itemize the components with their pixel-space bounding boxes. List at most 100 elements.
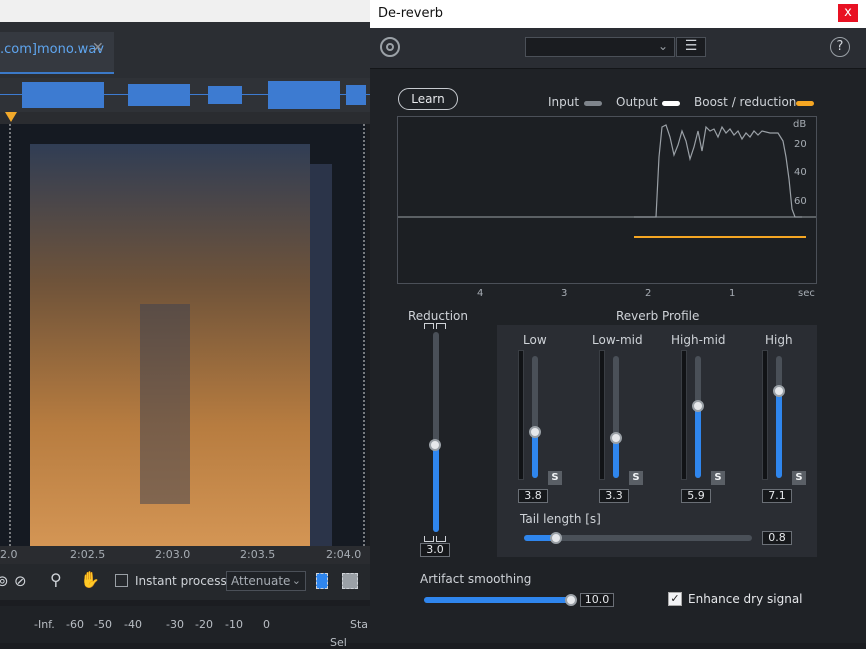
enhance-dry-signal-label: Enhance dry signal [688, 592, 803, 606]
legend-input-label: Input [548, 95, 580, 109]
plugin-title: De-reverb [378, 6, 444, 21]
zoom-fit-icon[interactable]: ⊚ [0, 572, 9, 590]
meter-side-label: Sta [350, 618, 369, 631]
meter-tick: -10 [225, 618, 243, 631]
band-value-field-low-mid[interactable]: 3.3 [599, 489, 629, 503]
legend-output-label: Output [616, 95, 658, 109]
close-tab-icon[interactable]: ✕ [92, 40, 104, 56]
graph-time-unit: sec [798, 288, 815, 299]
reduction-label: Reduction [408, 309, 468, 323]
tail-length-value-field[interactable]: 0.8 [762, 531, 792, 545]
db-tick: 60 [794, 196, 807, 207]
magnifier-icon[interactable]: ⚲ [50, 570, 62, 589]
band-slider-fill-high [776, 391, 782, 478]
artifact-smoothing-slider-handle[interactable] [565, 594, 577, 606]
band-slider-handle-low-mid[interactable] [610, 432, 622, 444]
timeline-strip [0, 112, 370, 124]
hand-icon[interactable]: ✋ [80, 570, 100, 589]
host-title-bar [0, 0, 370, 22]
tail-length-slider-handle[interactable] [550, 532, 562, 544]
reduction-bracket-bottom [424, 536, 434, 542]
band-value-field-high[interactable]: 7.1 [762, 489, 792, 503]
host-toolbar: ⊚ ⊘ ⚲ ✋ Instant process Attenuate ⌄ [0, 564, 370, 600]
band-meter-high [762, 350, 768, 480]
enhance-dry-signal-checkbox[interactable]: ✓ [668, 592, 682, 606]
graph-time-tick: 2 [645, 288, 652, 299]
time-tick: 2.0 [0, 548, 18, 561]
band-slider-handle-low[interactable] [529, 426, 541, 438]
level-meter: -Inf. -60 -50 -40 -30 -20 -10 0 Sta Sel [0, 606, 370, 649]
band-solo-button-low-mid[interactable]: S [629, 471, 643, 485]
band-slider-fill-high-mid [695, 406, 701, 478]
legend-input-swatch [584, 101, 602, 106]
band-solo-button-low[interactable]: S [548, 471, 562, 485]
selection-mode-icon[interactable] [316, 573, 328, 589]
reduction-bracket-top [424, 323, 434, 329]
meter-tick: -40 [124, 618, 142, 631]
time-tick: 2:03.5 [240, 548, 276, 561]
meter-tick: 0 [263, 618, 270, 631]
legend-boost-label: Boost / reduction [694, 95, 797, 109]
plugin-header: ⌄ ☰ ? [370, 28, 866, 69]
band-meter-high-mid [681, 350, 687, 480]
band-value-field-low[interactable]: 3.8 [518, 489, 548, 503]
band-label-high: High [765, 333, 793, 347]
process-mode-select[interactable]: Attenuate ⌄ [226, 571, 306, 591]
spectrogram-view[interactable] [0, 124, 366, 546]
instant-process-checkbox[interactable] [115, 574, 128, 587]
playhead-marker-icon[interactable] [5, 112, 17, 122]
plugin-title-bar: De-reverb x [370, 0, 866, 28]
artifact-smoothing-label: Artifact smoothing [420, 572, 532, 586]
band-solo-button-high-mid[interactable]: S [711, 471, 725, 485]
time-tick: 2:02.5 [70, 548, 106, 561]
waveform-overview[interactable] [0, 78, 370, 112]
db-tick: 40 [794, 167, 807, 178]
meter-tick: -60 [66, 618, 84, 631]
legend-output-swatch [662, 101, 680, 106]
db-unit-label: dB [793, 119, 807, 130]
band-meter-low-mid [599, 350, 605, 480]
band-slider-handle-high[interactable] [773, 385, 785, 397]
chevron-down-icon: ⌄ [657, 39, 668, 53]
reduction-value-field[interactable]: 3.0 [420, 543, 450, 557]
time-ruler: 2.0 2:02.5 2:03.0 2:03.5 2:04.0 [0, 546, 370, 564]
legend-boost-swatch [796, 101, 814, 106]
graph-time-tick: 4 [477, 288, 484, 299]
time-tick: 2:04.0 [326, 548, 362, 561]
meter-tick: -20 [195, 618, 213, 631]
chevron-down-icon: ⌄ [291, 574, 301, 587]
reduction-slider-fill [433, 444, 439, 532]
time-tick: 2:03.0 [155, 548, 191, 561]
rect-select-icon[interactable] [342, 573, 358, 589]
band-slider-fill-low [532, 432, 538, 478]
band-label-high-mid: High-mid [671, 333, 726, 347]
band-label-low-mid: Low-mid [592, 333, 643, 347]
learn-button[interactable]: Learn [398, 88, 458, 110]
close-button[interactable]: x [838, 4, 858, 22]
izotope-logo-icon [380, 37, 400, 57]
graph-time-tick: 3 [561, 288, 568, 299]
dereverb-plugin-window: De-reverb x ⌄ ☰ ? Learn Input Output Boo… [370, 0, 866, 643]
band-solo-button-high[interactable]: S [792, 471, 806, 485]
process-mode-value: Attenuate [231, 574, 291, 588]
tail-length-label: Tail length [s] [520, 512, 601, 526]
waveform-baseline [0, 94, 370, 95]
zoom-selection-icon[interactable]: ⊘ [14, 572, 27, 590]
reduction-slider-handle[interactable] [429, 439, 441, 451]
meter-tick: -50 [94, 618, 112, 631]
reverb-profile-label: Reverb Profile [616, 309, 700, 323]
meter-tick: -30 [166, 618, 184, 631]
graph-time-tick: 1 [729, 288, 736, 299]
db-tick: 20 [794, 139, 807, 150]
band-label-low: Low [523, 333, 547, 347]
preset-select[interactable]: ⌄ [525, 37, 675, 57]
help-button[interactable]: ? [830, 37, 850, 57]
band-slider-handle-high-mid[interactable] [692, 400, 704, 412]
preset-menu-button[interactable]: ☰ [676, 37, 706, 57]
band-value-field-high-mid[interactable]: 5.9 [681, 489, 711, 503]
instant-process-label: Instant process [135, 574, 227, 588]
meter-tick: -Inf. [34, 618, 55, 631]
artifact-smoothing-value-field[interactable]: 10.0 [580, 593, 614, 607]
band-meter-low [518, 350, 524, 480]
artifact-smoothing-slider-fill [424, 597, 570, 603]
